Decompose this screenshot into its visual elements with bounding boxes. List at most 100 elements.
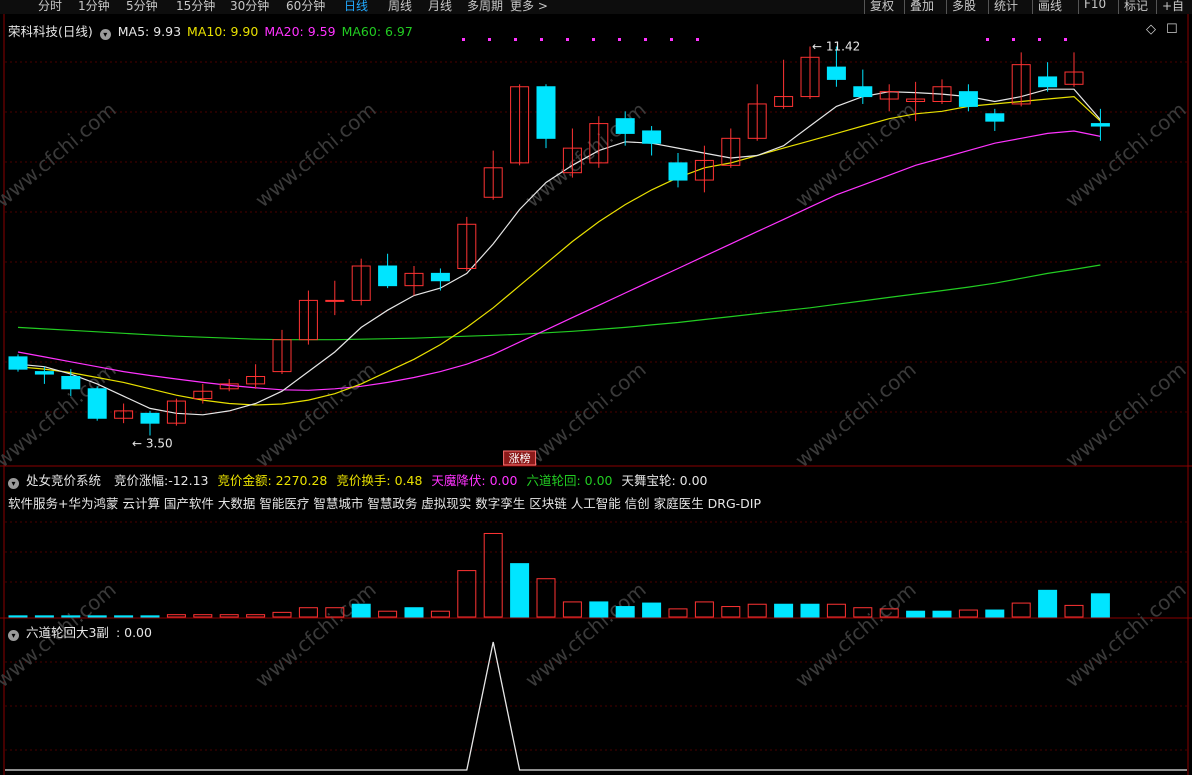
- signal-dot: [1038, 38, 1041, 41]
- watermark-text: www.cfchi.com: [790, 577, 920, 692]
- auction-bar: [34, 615, 54, 618]
- candle-body: [8, 356, 28, 370]
- auction-field-2: 竞价换手: 0.48: [336, 473, 423, 488]
- auction-bar: [219, 614, 239, 618]
- auction-bar: [932, 610, 952, 618]
- candle-body: [826, 66, 846, 80]
- auction-bar: [642, 602, 662, 618]
- watermark-text: www.cfchi.com: [520, 577, 650, 692]
- signal-dot: [488, 38, 491, 41]
- signal-dot: [592, 38, 595, 41]
- watermark-text: www.cfchi.com: [1060, 357, 1190, 472]
- dropdown-icon[interactable]: ▾: [8, 630, 19, 641]
- candle-body: [615, 118, 635, 134]
- signal-dot: [462, 38, 465, 41]
- auction-field-1: 竞价金额: 2270.28: [217, 473, 328, 488]
- candle-body: [87, 388, 107, 419]
- signal-value: : 0.00: [115, 625, 152, 640]
- auction-bar: [668, 608, 688, 618]
- auction-bar: [166, 614, 186, 618]
- auction-bar: [721, 606, 741, 618]
- auction-bar: [87, 615, 107, 618]
- auction-bar: [589, 601, 609, 618]
- auction-bar: [562, 601, 582, 618]
- auction-bar: [985, 609, 1005, 618]
- auction-field-0: 竞价涨幅:-12.13: [113, 473, 209, 488]
- ma-label-0: MA5: 9.93: [117, 24, 182, 39]
- auction-bar: [193, 614, 213, 618]
- auction-bar: [800, 603, 820, 618]
- ma60-line: [17, 264, 1101, 341]
- auction-bar: [826, 603, 846, 618]
- watermark-text: www.cfchi.com: [0, 97, 121, 212]
- signal-dot: [618, 38, 621, 41]
- auction-bar: [114, 615, 134, 618]
- auction-bar: [1038, 589, 1058, 618]
- main-panel-header: 荣科科技(日线) ▾ MA5: 9.93 MA10: 9.90 MA20: 9.59…: [8, 21, 422, 40]
- auction-bar: [1064, 604, 1084, 618]
- candle-body: [325, 299, 345, 302]
- auction-bar: [457, 570, 477, 618]
- candle-body: [140, 412, 160, 424]
- candle-body: [853, 86, 873, 98]
- auction-bar: [298, 607, 318, 618]
- stock-title: 荣科科技(日线): [8, 24, 93, 39]
- watermark-text: www.cfchi.com: [1060, 577, 1190, 692]
- window-icon: ☐: [1166, 22, 1178, 37]
- dropdown-icon[interactable]: ▾: [99, 29, 111, 40]
- concept-list: 软件服务+华为鸿蒙 云计算 国产软件 大数据 智能医疗 智慧城市 智慧政务 虚拟…: [8, 496, 761, 511]
- auction-bar: [536, 578, 556, 618]
- auction-bar: [351, 603, 371, 618]
- signal-dot: [644, 38, 647, 41]
- signal-dot: [540, 38, 543, 41]
- auction-bar: [246, 614, 266, 618]
- auction-system-name: 处女竞价系统: [25, 473, 101, 488]
- auction-bar: [378, 610, 398, 618]
- signal-dot: [986, 38, 989, 41]
- auction-bar: [958, 609, 978, 618]
- candle-body: [958, 91, 978, 107]
- watermark-text: www.cfchi.com: [250, 97, 380, 212]
- auction-bar: [140, 615, 160, 618]
- ma10-line: [17, 95, 1101, 406]
- signal-panel-header: ▾ 六道轮回大3副 : 0.00: [8, 622, 155, 641]
- candle-body: [430, 272, 450, 282]
- auction-bar: [404, 607, 424, 618]
- diamond-icon: ◇: [1146, 22, 1156, 37]
- watermark-text: www.cfchi.com: [1060, 97, 1190, 212]
- auction-bar: [1090, 593, 1110, 618]
- auction-bar: [430, 610, 450, 618]
- auction-bar: [615, 606, 635, 618]
- low-price-label: ← 3.50: [132, 436, 173, 450]
- auction-bar: [694, 601, 714, 618]
- stock-chart: www.cfchi.com www.cfchi.com www.cfchi.com w…: [0, 14, 1192, 775]
- dropdown-icon[interactable]: ▾: [8, 478, 19, 489]
- ma-label-1: MA10: 9.90: [187, 24, 259, 39]
- auction-bar: [8, 615, 28, 618]
- auction-bar: [61, 615, 81, 618]
- candle-body: [1090, 123, 1110, 127]
- auction-bar: [906, 610, 926, 618]
- auction-field-3: 天魔降伏: 0.00: [431, 473, 518, 488]
- signal-dot: [514, 38, 517, 41]
- candle-body: [34, 371, 54, 375]
- auction-field-5: 天舞宝轮: 0.00: [621, 473, 708, 488]
- auction-bar: [510, 563, 530, 618]
- signal-dot: [1012, 38, 1015, 41]
- watermark-text: www.cfchi.com: [250, 577, 380, 692]
- auction-bar: [272, 611, 292, 618]
- signal-dot: [696, 38, 699, 41]
- watermark-text: www.cfchi.com: [790, 97, 920, 212]
- candle-body: [1038, 76, 1058, 88]
- auction-field-4: 六道轮回: 0.00: [526, 473, 613, 488]
- candle-body: [61, 376, 81, 390]
- watermark-text: www.cfchi.com: [520, 357, 650, 472]
- watermark-text: www.cfchi.com: [250, 357, 380, 472]
- candle-body: [378, 265, 398, 287]
- ma-label-3: MA60: 6.97: [341, 24, 413, 39]
- candle-body: [668, 162, 688, 181]
- signal-title: 六道轮回大3副: [25, 625, 109, 640]
- high-price-label: ← 11.42: [812, 39, 860, 53]
- auction-bar: [1011, 602, 1031, 618]
- candle-body: [642, 130, 662, 144]
